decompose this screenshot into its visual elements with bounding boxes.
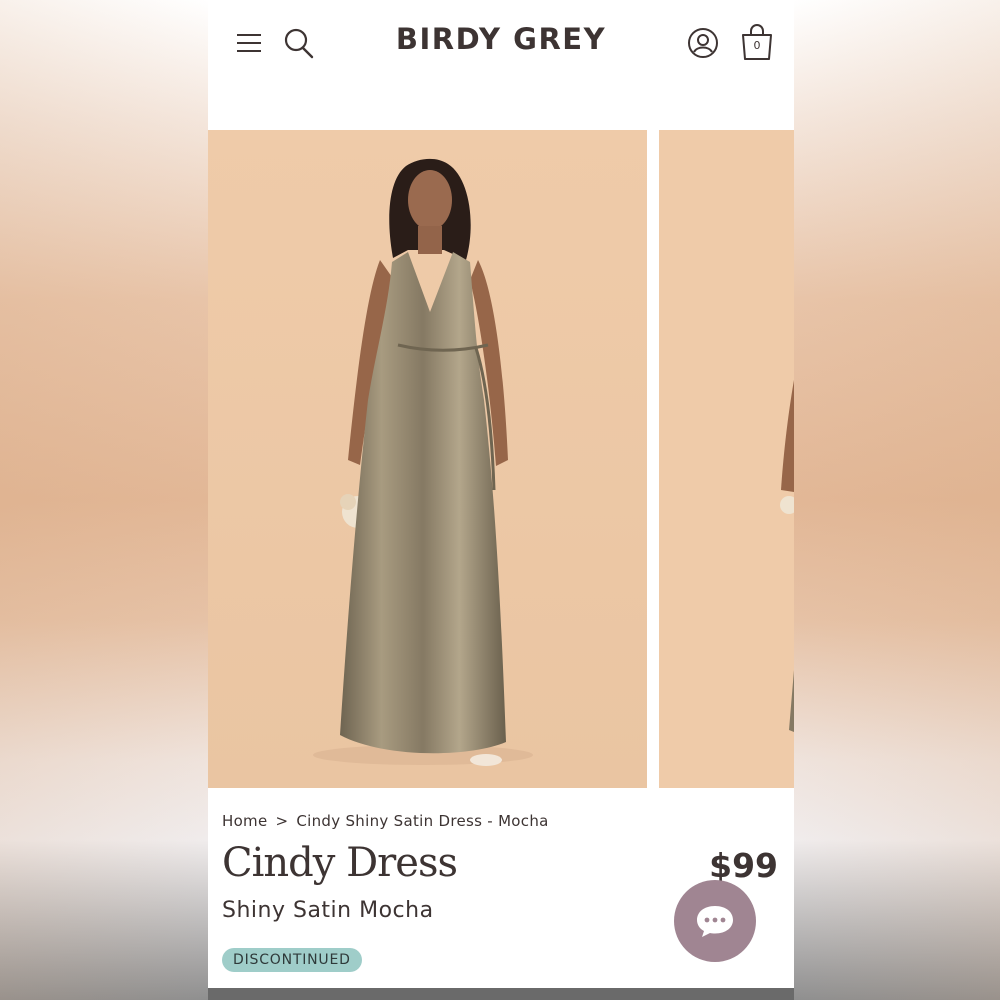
breadcrumb-home-link[interactable]: Home — [222, 812, 268, 830]
chat-bubble-icon — [697, 906, 733, 937]
mobile-screen: BIRDY GREY 0 Home > Cindy Shiny Satin Dr… — [208, 0, 794, 1000]
background-blur-left — [0, 0, 208, 1000]
product-photo-next[interactable] — [659, 130, 794, 788]
next-photo-preview — [659, 130, 794, 788]
product-price: $99 — [709, 846, 778, 885]
cart-button[interactable]: 0 — [738, 20, 776, 64]
bottom-edge — [208, 988, 794, 1000]
account-icon — [688, 28, 718, 58]
product-photo-main[interactable] — [208, 130, 647, 788]
cart-count: 0 — [753, 39, 761, 52]
site-header: BIRDY GREY 0 — [208, 0, 794, 130]
account-button[interactable] — [684, 24, 722, 62]
product-image-carousel[interactable] — [208, 130, 794, 788]
breadcrumb: Home > Cindy Shiny Satin Dress - Mocha — [222, 812, 549, 830]
chat-button[interactable] — [674, 880, 756, 962]
background-blur-right — [792, 0, 1000, 1000]
product-title: Cindy Dress — [222, 840, 458, 886]
breadcrumb-current: Cindy Shiny Satin Dress - Mocha — [296, 812, 549, 830]
product-variant: Shiny Satin Mocha — [222, 898, 434, 923]
status-badge: DISCONTINUED — [222, 948, 362, 972]
model-in-dress-illustration — [208, 130, 647, 788]
breadcrumb-separator: > — [275, 812, 289, 830]
